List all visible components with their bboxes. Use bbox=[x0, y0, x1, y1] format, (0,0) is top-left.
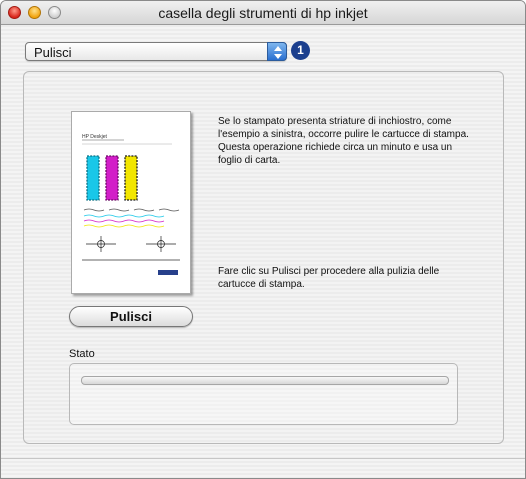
hp-logo-mark bbox=[158, 270, 178, 275]
status-progress-bar bbox=[81, 376, 449, 385]
select-arrows-icon[interactable] bbox=[267, 42, 287, 61]
status-box bbox=[69, 363, 458, 425]
magenta-streak-block bbox=[105, 155, 119, 201]
panel-select[interactable]: Pulisci bbox=[25, 42, 287, 61]
test-page-thumbnail: HP Deskjet bbox=[71, 111, 191, 294]
thumbnail-heading: HP Deskjet bbox=[82, 134, 108, 140]
bottom-divider bbox=[1, 458, 525, 459]
yellow-streak-block bbox=[124, 155, 138, 201]
panel-select-value: Pulisci bbox=[34, 45, 72, 60]
app-window: casella degli strumenti di hp inkjet Pul… bbox=[0, 0, 526, 479]
title-bar: casella degli strumenti di hp inkjet bbox=[1, 1, 525, 25]
instruction-text: Fare clic su Pulisci per procedere alla … bbox=[218, 266, 440, 290]
clean-button[interactable]: Pulisci bbox=[69, 306, 193, 327]
cyan-streak-block bbox=[86, 155, 100, 201]
window-title: casella degli strumenti di hp inkjet bbox=[158, 5, 368, 21]
step-number-badge: 1 bbox=[291, 41, 310, 60]
description-text: Se lo stampato presenta striature di inc… bbox=[218, 116, 469, 166]
alignment-target-right bbox=[146, 236, 176, 252]
alignment-target-left bbox=[86, 236, 116, 252]
status-label: Stato bbox=[69, 348, 95, 360]
